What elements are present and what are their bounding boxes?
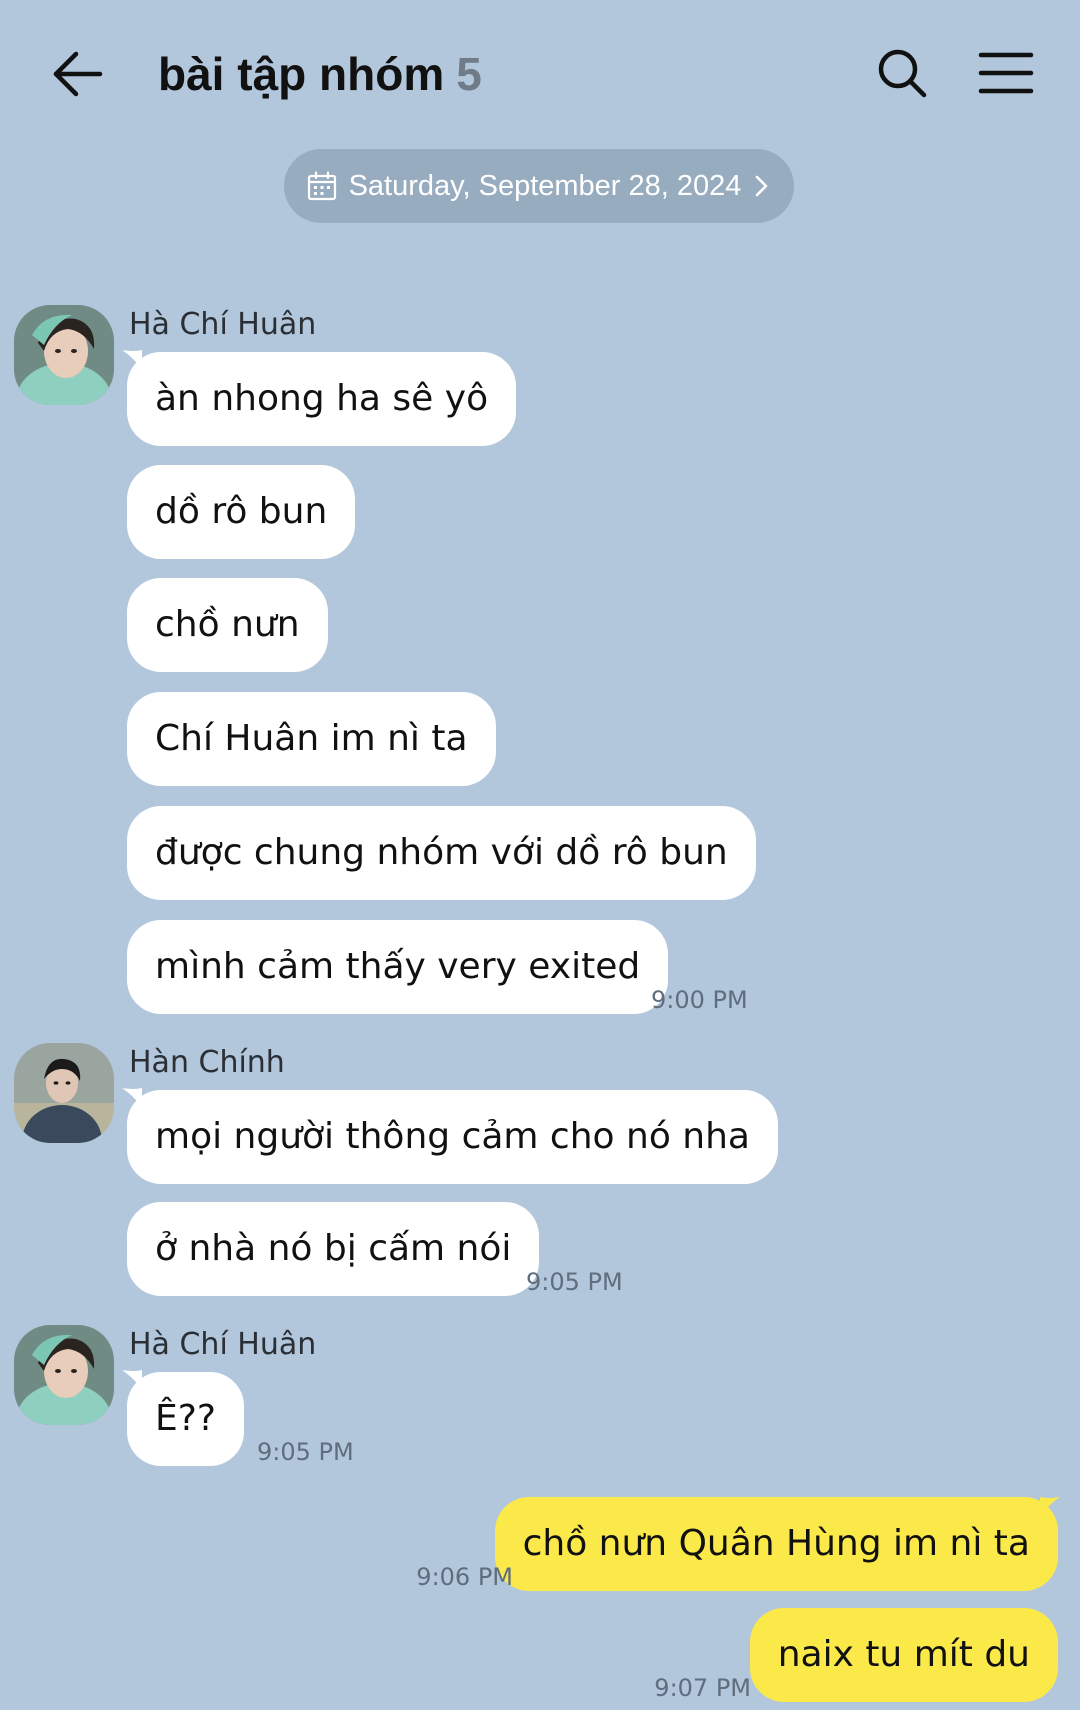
message-timestamp: 9:05 PM (526, 1268, 623, 1296)
outgoing-message-bubble[interactable]: naix tu mít du (749, 1608, 1058, 1702)
sender-name: Hà Chí Huân (129, 1327, 317, 1362)
chat-header: bài tập nhóm 5 (0, 0, 1080, 150)
menu-button[interactable] (978, 48, 1034, 98)
back-button[interactable] (48, 40, 108, 108)
calendar-icon (307, 171, 336, 201)
profile-photo-icon (14, 1043, 114, 1143)
sender-name: Hà Chí Huân (129, 307, 317, 342)
chevron-right-icon (756, 175, 768, 197)
outgoing-message-bubble[interactable]: chồ nưn Quân Hùng im nì ta (494, 1497, 1058, 1591)
avatar[interactable] (14, 1325, 114, 1425)
profile-photo-icon (14, 1325, 114, 1425)
message-bubble[interactable]: dồ rô bun (127, 465, 356, 559)
message-bubble[interactable]: chồ nưn (127, 578, 328, 672)
message-bubble[interactable]: mình cảm thấy very exited (127, 920, 669, 1014)
message-bubble[interactable]: Ê?? (127, 1372, 244, 1466)
message-timestamp: 9:07 PM (654, 1674, 751, 1702)
message-timestamp: 9:00 PM (651, 986, 748, 1014)
search-icon (878, 49, 927, 98)
message-bubble[interactable]: àn nhong ha sê yô (127, 352, 517, 446)
message-bubble[interactable]: ở nhà nó bị cấm nói (127, 1202, 540, 1296)
bubble-tail (1040, 1497, 1060, 1517)
hamburger-menu-icon (978, 52, 1034, 94)
message-timestamp: 9:06 PM (416, 1563, 513, 1591)
search-button[interactable] (874, 45, 930, 101)
avatar[interactable] (14, 305, 114, 405)
arrow-left-icon (53, 51, 103, 97)
chat-title-text: bài tập nhóm (158, 48, 445, 100)
message-bubble[interactable]: mọi người thông cảm cho nó nha (127, 1090, 778, 1184)
avatar[interactable] (14, 1043, 114, 1143)
date-separator[interactable]: Saturday, September 28, 2024 (284, 149, 794, 223)
message-timestamp: 9:05 PM (257, 1438, 354, 1466)
chat-title: bài tập nhóm 5 (158, 40, 482, 108)
member-count: 5 (456, 48, 482, 100)
date-label: Saturday, September 28, 2024 (348, 169, 742, 202)
message-bubble[interactable]: Chí Huân im nì ta (127, 692, 496, 786)
sender-name: Hàn Chính (129, 1045, 285, 1080)
message-bubble[interactable]: được chung nhóm với dồ rô bun (127, 806, 756, 900)
profile-photo-icon (14, 305, 114, 405)
